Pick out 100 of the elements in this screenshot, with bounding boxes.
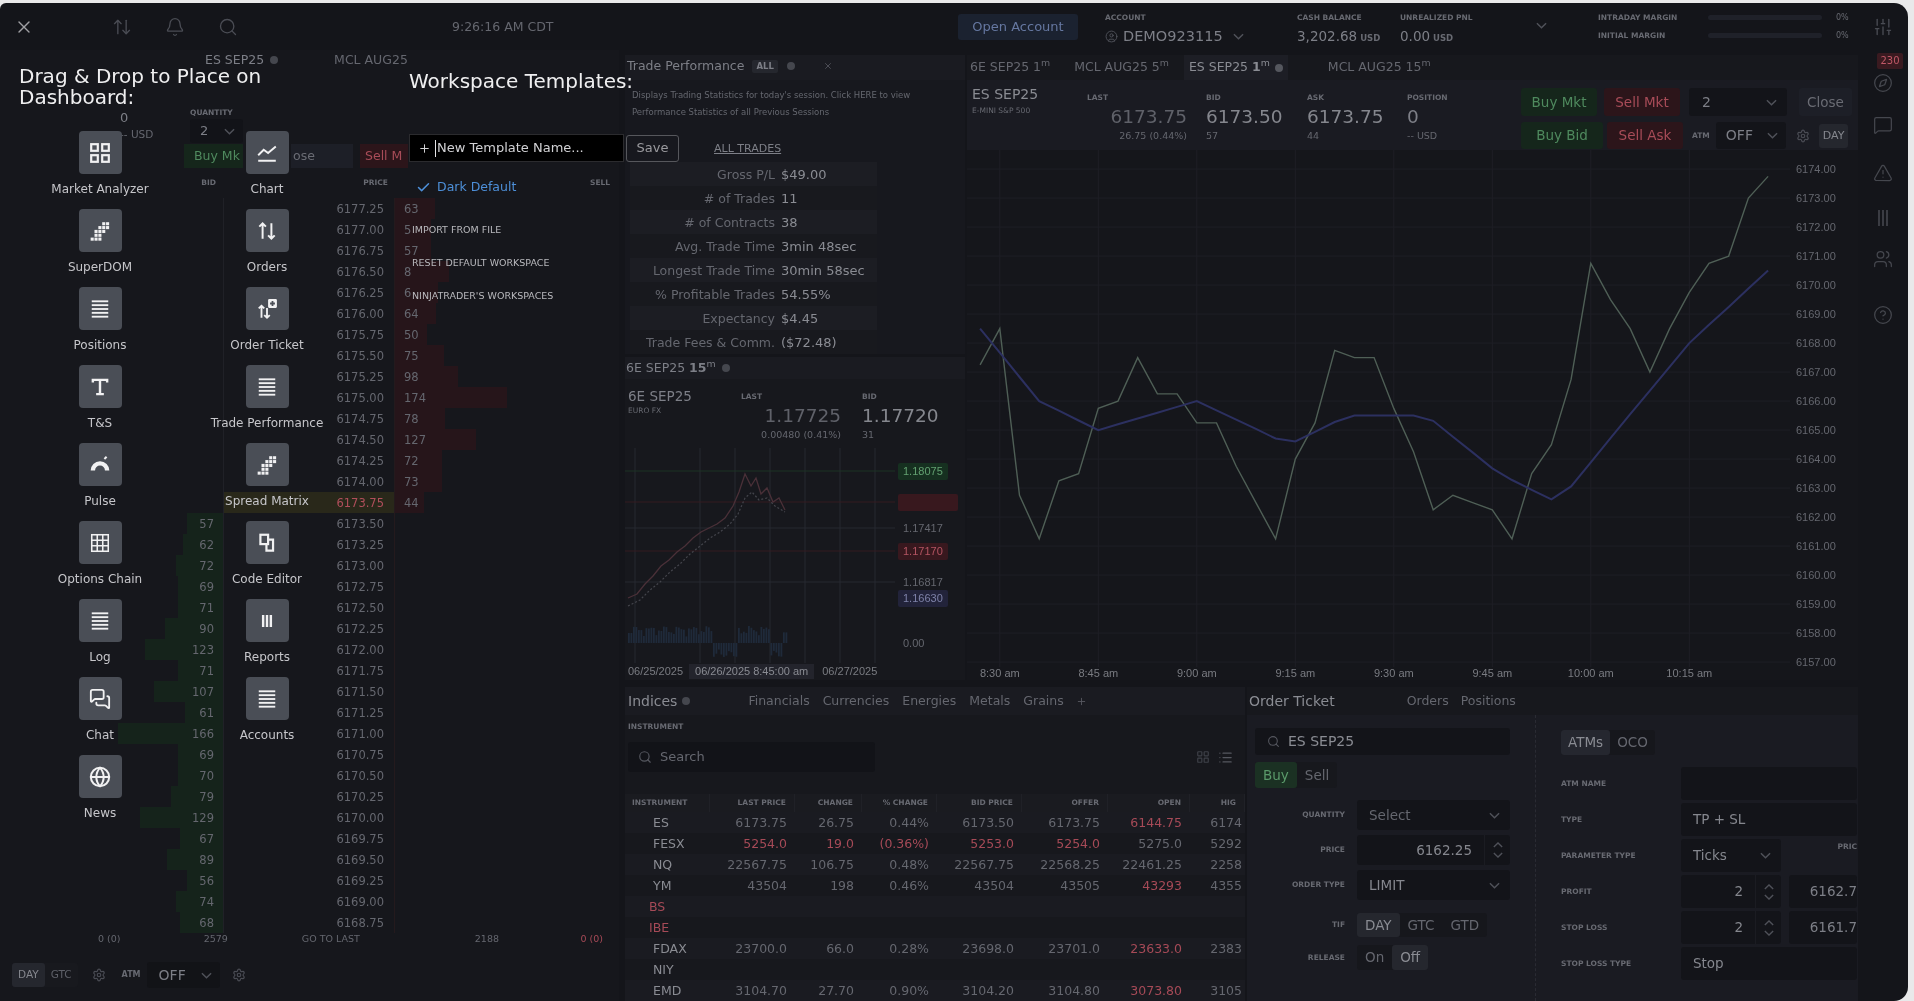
warning-icon[interactable]: [1873, 163, 1893, 183]
order-button[interactable]: ose: [291, 144, 353, 168]
chevron-down-icon[interactable]: [1232, 32, 1244, 40]
panel-tab[interactable]: Order Ticket: [1249, 690, 1335, 712]
order-button[interactable]: Buy Mk: [184, 144, 243, 168]
bars-icon[interactable]: [1877, 210, 1889, 226]
toggle-option[interactable]: On: [1357, 945, 1393, 970]
chart-tab[interactable]: MCL AUG25 15$^{m}$: [1327, 55, 1431, 80]
order-button[interactable]: Sell Mkt: [1604, 88, 1680, 116]
gear-icon[interactable]: [91, 968, 106, 982]
toggle-option[interactable]: DAY: [1357, 913, 1400, 937]
order-button[interactable]: Sell Ask: [1607, 122, 1683, 149]
widget-button[interactable]: [78, 287, 122, 330]
order-button[interactable]: Close: [1799, 88, 1852, 116]
toggle-option[interactable]: Off: [1392, 945, 1429, 970]
template-item[interactable]: Dark Default: [416, 176, 517, 198]
toggle-option[interactable]: Sell: [1296, 762, 1338, 788]
search-field[interactable]: Search: [628, 742, 875, 772]
widget-button[interactable]: [78, 131, 122, 174]
compass-icon[interactable]: [1873, 73, 1893, 93]
select-dropdown[interactable]: Ticks: [1681, 839, 1781, 872]
atm-dropdown[interactable]: OFF: [1715, 122, 1786, 149]
chart-tab[interactable]: ES SEP25 1$^{m}$: [1183, 55, 1288, 80]
chart-tab[interactable]: 6E SEP25 15$^{m}$: [626, 361, 716, 375]
toggle-option[interactable]: OCO: [1610, 730, 1655, 755]
widget-button[interactable]: [78, 599, 122, 642]
list-view-icon[interactable]: [1218, 749, 1233, 765]
toggle-option[interactable]: GTC: [1399, 913, 1443, 937]
chevron-down-icon[interactable]: [1763, 929, 1774, 936]
widget-button[interactable]: [78, 209, 122, 252]
chevron-up-icon[interactable]: [1492, 842, 1503, 848]
template-name-field[interactable]: New Template Name...: [409, 134, 624, 162]
panel-tab[interactable]: Orders: [1406, 691, 1449, 711]
select-dropdown[interactable]: LIMIT: [1357, 870, 1510, 900]
template-action[interactable]: NINJATRADER'S WORKSPACES: [412, 290, 554, 302]
instrument-search-field[interactable]: ES SEP25: [1255, 728, 1510, 755]
toggle-option[interactable]: ATMs: [1561, 730, 1611, 755]
quantity-dropdown[interactable]: 2: [190, 119, 243, 143]
toggle-option[interactable]: GTD: [1442, 913, 1488, 937]
widget-button[interactable]: [78, 521, 122, 564]
select-dropdown[interactable]: Select: [1357, 800, 1510, 830]
people-icon[interactable]: [1873, 249, 1893, 269]
instrument-tab[interactable]: ES SEP25: [205, 54, 265, 66]
panel-tab[interactable]: Positions: [1460, 691, 1516, 711]
gear-icon[interactable]: [231, 968, 246, 982]
chevron-up-icon[interactable]: [1763, 883, 1774, 890]
instrument-tab[interactable]: MCL AUG25: [334, 54, 408, 66]
chevron-down-icon[interactable]: [1763, 893, 1774, 900]
widget-button[interactable]: [78, 443, 122, 486]
order-button[interactable]: Sell M: [360, 144, 408, 168]
chat-icon[interactable]: [1873, 115, 1893, 135]
number-spinner-field[interactable]: 2: [1681, 911, 1781, 944]
widget-button[interactable]: [78, 365, 122, 408]
number-spinner-field[interactable]: 2: [1681, 875, 1781, 908]
watchlist-tab[interactable]: Energies: [902, 691, 957, 711]
quantity-dropdown[interactable]: 2: [1689, 88, 1787, 116]
widget-button[interactable]: [78, 755, 122, 798]
widget-button[interactable]: [245, 209, 289, 252]
search-icon[interactable]: [218, 16, 238, 37]
watchlist-tab[interactable]: Financials: [748, 691, 810, 711]
toggle-option[interactable]: GTC: [44, 963, 78, 987]
widget-button[interactable]: [245, 521, 289, 564]
widget-button[interactable]: [245, 599, 289, 642]
grid-view-icon[interactable]: [1196, 750, 1210, 764]
open-account-button[interactable]: Open Account: [958, 13, 1078, 40]
number-spinner-field[interactable]: 6162.25: [1357, 835, 1510, 865]
watchlist-tab[interactable]: Grains: [1023, 691, 1064, 711]
widget-button[interactable]: [245, 443, 289, 486]
toggle-option[interactable]: Buy: [1255, 762, 1297, 788]
chart-tab[interactable]: 6E SEP25 1$^{m}$: [970, 55, 1051, 80]
price-field[interactable]: 6162.7: [1789, 875, 1857, 908]
chevron-up-icon[interactable]: [1763, 919, 1774, 926]
order-button[interactable]: Buy Bid: [1521, 122, 1603, 149]
help-icon[interactable]: [1873, 305, 1893, 325]
watchlist-tab[interactable]: Metals: [969, 691, 1011, 711]
order-button[interactable]: Buy Mkt: [1521, 88, 1597, 116]
widget-button[interactable]: [245, 677, 289, 720]
bell-icon[interactable]: [165, 16, 185, 37]
watchlist-tab[interactable]: Currencies: [822, 691, 890, 711]
chevron-down-icon[interactable]: [1536, 22, 1547, 29]
widget-button[interactable]: [245, 131, 289, 174]
chart-tab[interactable]: MCL AUG25 5$^{m}$: [1074, 55, 1169, 80]
all-trades-link[interactable]: ALL TRADES: [714, 141, 782, 155]
add-icon[interactable]: [1075, 695, 1087, 707]
close-icon[interactable]: [822, 61, 833, 71]
chevron-down-icon[interactable]: [1492, 852, 1503, 858]
text-field[interactable]: Stop: [1681, 947, 1857, 980]
save-button[interactable]: Save: [626, 134, 679, 162]
price-field[interactable]: 6161.7: [1789, 911, 1857, 944]
toggle-option[interactable]: DAY: [12, 963, 45, 987]
sliders-icon[interactable]: [1873, 16, 1893, 37]
widget-button[interactable]: [245, 287, 289, 330]
gear-icon[interactable]: [1795, 128, 1810, 143]
template-action[interactable]: IMPORT FROM FILE: [412, 224, 502, 236]
widget-button[interactable]: [78, 677, 122, 720]
text-field[interactable]: TP + SL: [1681, 803, 1857, 836]
widget-button[interactable]: [245, 365, 289, 408]
template-action[interactable]: RESET DEFAULT WORKSPACE: [412, 257, 550, 269]
time-in-force-badge[interactable]: DAY: [1818, 123, 1849, 148]
atm-dropdown[interactable]: OFF: [146, 962, 220, 988]
